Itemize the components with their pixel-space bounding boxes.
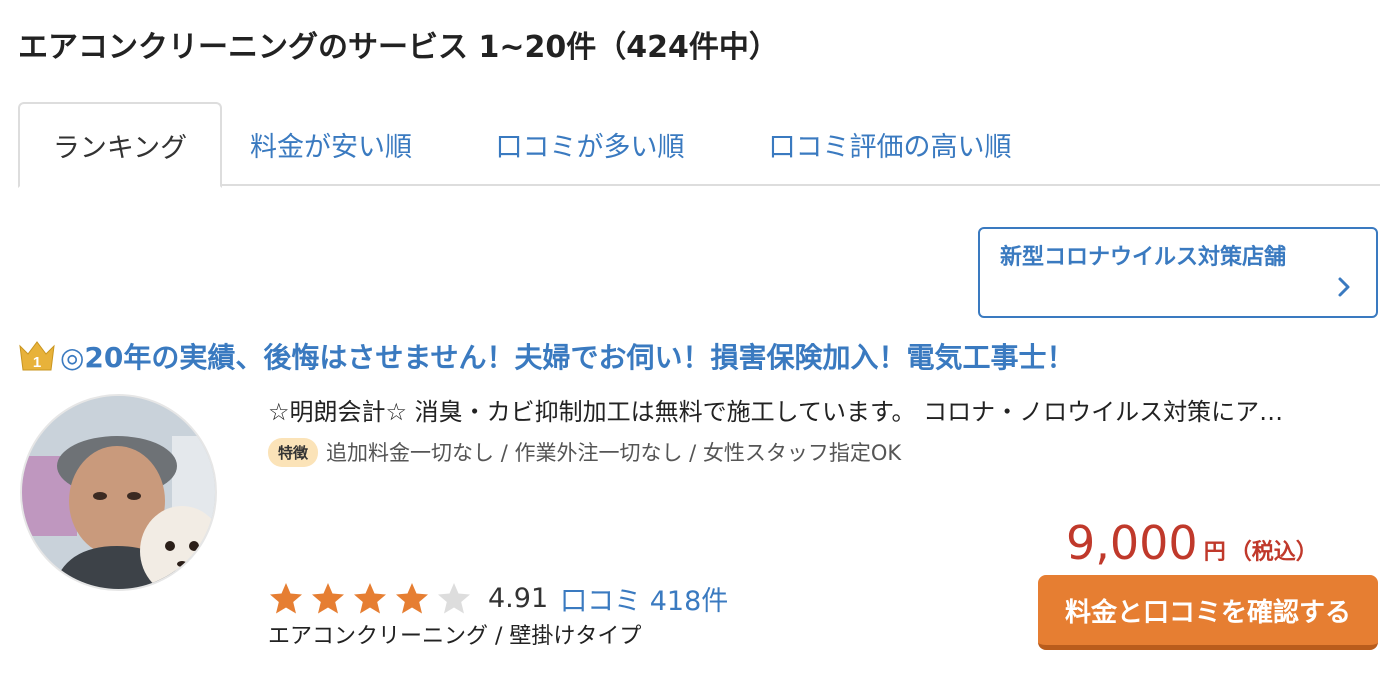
- star-rating: [268, 581, 478, 615]
- covid-filter-button[interactable]: 新型コロナウイルス対策店舗: [978, 227, 1378, 318]
- price-unit: 円: [1203, 540, 1226, 565]
- price-value: 9,000: [1066, 516, 1198, 570]
- crown-rank-icon: 1: [19, 341, 55, 371]
- review-count-link[interactable]: 口コミ 418件: [560, 579, 728, 618]
- tab-ranking[interactable]: ランキング: [18, 102, 222, 188]
- chevron-right-icon: [1338, 277, 1350, 297]
- search-results-page: エアコンクリーニングのサービス 1~20件（424件中） ランキング 料金が安い…: [0, 0, 1400, 678]
- price: 9,000 円 （税込）: [1066, 516, 1318, 572]
- tab-top-rated[interactable]: 口コミ評価の高い順: [740, 102, 1040, 186]
- tab-most-reviews[interactable]: 口コミが多い順: [470, 102, 710, 186]
- check-price-reviews-button[interactable]: 料金と口コミを確認する: [1038, 575, 1378, 650]
- tab-price-low[interactable]: 料金が安い順: [222, 102, 440, 186]
- feature-badge: 特徴: [268, 437, 319, 467]
- covid-filter-label: 新型コロナウイルス対策店舗: [1000, 245, 1287, 270]
- star-empty-icon: [438, 583, 470, 614]
- rating-row: 4.91 口コミ 418件: [268, 578, 728, 618]
- price-tax-note: （税込）: [1229, 540, 1318, 565]
- feature-list: 特徴 追加料金一切なし / 作業外注一切なし / 女性スタッフ指定OK: [268, 436, 901, 468]
- listing-headline: 1 ◎20年の実績、後悔はさせません！夫婦でお伺い！損害保険加入！電気工事士！: [18, 334, 1075, 378]
- star-filled-icon: [270, 583, 302, 614]
- listing-description: ☆明朗会計☆ 消臭・カビ抑制加工は無料で施工しています。 コロナ・ノロウイルス対…: [268, 398, 1284, 426]
- star-filled-icon: [396, 583, 428, 614]
- listing-headline-link[interactable]: ◎20年の実績、後悔はさせません！夫婦でお伺い！損害保険加入！電気工事士！: [60, 336, 1075, 376]
- page-title: エアコンクリーニングのサービス 1~20件（424件中）: [18, 30, 779, 65]
- rating-score: 4.91: [488, 582, 549, 614]
- star-filled-icon: [312, 583, 344, 614]
- service-category: エアコンクリーニング / 壁掛けタイプ: [268, 624, 642, 649]
- provider-avatar[interactable]: [20, 394, 217, 591]
- sort-tabs: ランキング 料金が安い順 口コミが多い順 口コミ評価の高い順: [18, 102, 1380, 188]
- star-filled-icon: [354, 583, 386, 614]
- feature-text: 追加料金一切なし / 作業外注一切なし / 女性スタッフ指定OK: [326, 441, 902, 465]
- rank-number: 1: [33, 354, 41, 371]
- provider-photo: [22, 396, 215, 589]
